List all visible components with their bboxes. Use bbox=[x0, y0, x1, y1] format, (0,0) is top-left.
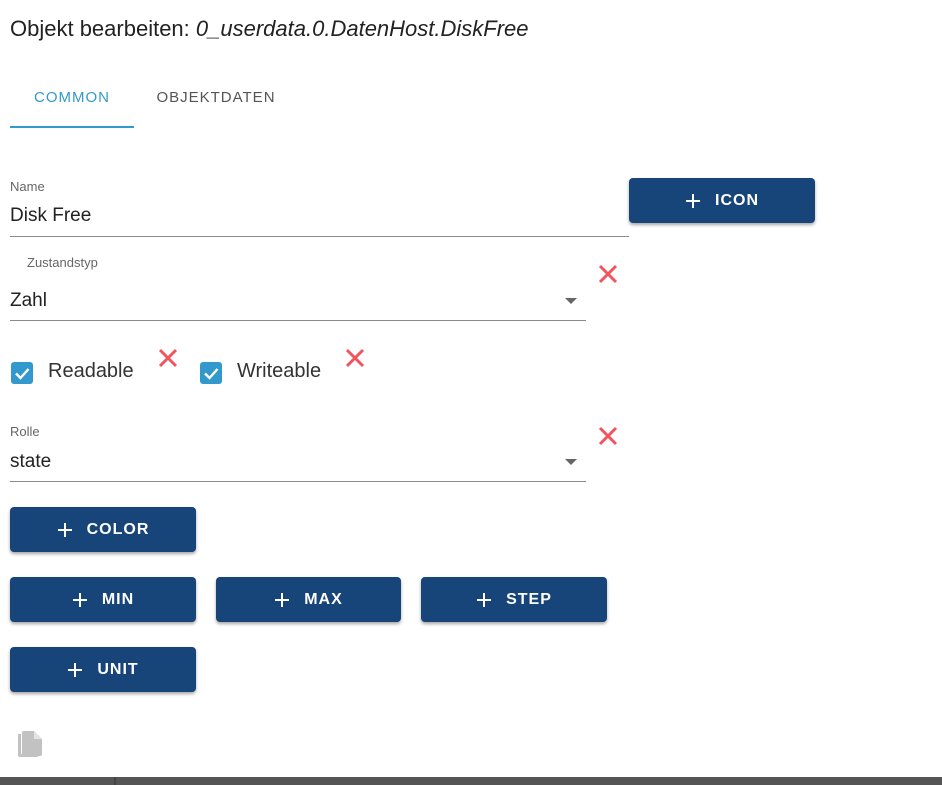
add-color-button-label: Color bbox=[86, 520, 150, 538]
tab-common[interactable]: Common bbox=[10, 78, 134, 126]
state-type-arrow-drop-down-icon[interactable] bbox=[565, 298, 577, 304]
add-min-button-label: Min bbox=[101, 590, 135, 608]
add-unit-button[interactable]: Unit bbox=[10, 647, 196, 692]
name-input-underline bbox=[10, 236, 629, 237]
bottom-toolbar bbox=[0, 777, 942, 785]
plus-icon bbox=[477, 592, 492, 607]
writeable-label: Writeable bbox=[237, 360, 322, 382]
add-color-button[interactable]: Color bbox=[10, 507, 196, 552]
delete-writeable-close-icon[interactable] bbox=[344, 347, 366, 369]
delete-state-type-close-icon[interactable] bbox=[597, 263, 619, 285]
plus-icon bbox=[68, 662, 83, 677]
add-max-button-label: Max bbox=[304, 590, 343, 608]
title-prefix: Objekt bearbeiten: bbox=[10, 16, 196, 41]
role-underline bbox=[10, 481, 586, 482]
readable-checkbox[interactable] bbox=[11, 362, 33, 384]
role-arrow-drop-down-icon[interactable] bbox=[565, 459, 577, 465]
name-input[interactable]: Disk Free bbox=[10, 205, 91, 227]
readable-label: Readable bbox=[48, 360, 134, 382]
add-max-button[interactable]: Max bbox=[216, 577, 401, 622]
check-icon bbox=[15, 368, 30, 380]
add-icon-button-label: Icon bbox=[715, 191, 759, 209]
state-type-underline bbox=[10, 320, 586, 321]
bottom-toolbar-divider bbox=[114, 777, 116, 785]
state-type-label: Zustandstyp bbox=[27, 255, 98, 270]
add-icon-button[interactable]: Icon bbox=[629, 178, 815, 223]
copy-icon[interactable] bbox=[16, 730, 44, 760]
writeable-checkbox[interactable] bbox=[200, 362, 222, 384]
check-icon bbox=[204, 368, 219, 380]
add-min-button[interactable]: Min bbox=[10, 577, 196, 622]
plus-icon bbox=[275, 592, 290, 607]
add-step-button-label: Step bbox=[506, 590, 552, 608]
page-title: Objekt bearbeiten: 0_userdata.0.DatenHos… bbox=[10, 16, 529, 42]
name-field-label: Name bbox=[10, 179, 45, 194]
add-step-button[interactable]: Step bbox=[421, 577, 607, 622]
add-unit-button-label: Unit bbox=[97, 660, 139, 678]
object-id: 0_userdata.0.DatenHost.DiskFree bbox=[195, 16, 529, 41]
active-tab-indicator bbox=[10, 126, 134, 128]
plus-icon bbox=[72, 592, 87, 607]
delete-role-close-icon[interactable] bbox=[597, 425, 619, 447]
state-type-select[interactable]: Zahl bbox=[10, 290, 47, 312]
plus-icon bbox=[686, 193, 700, 208]
plus-icon bbox=[57, 522, 72, 537]
tab-objektdaten[interactable]: Objektdaten bbox=[144, 78, 288, 126]
role-label: Rolle bbox=[10, 424, 40, 439]
role-select[interactable]: state bbox=[10, 451, 51, 473]
delete-readable-close-icon[interactable] bbox=[157, 347, 179, 369]
